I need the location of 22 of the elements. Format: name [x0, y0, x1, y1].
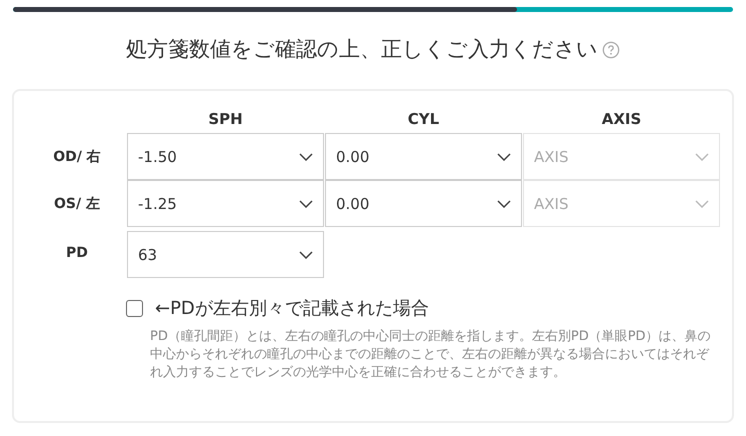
page-title: 処方箋数値をご確認の上、正しくご入力ください	[126, 36, 598, 63]
column-header: AXIS	[600, 110, 642, 128]
checkbox-label: ←PDが左右別々で記載された場合	[155, 297, 429, 320]
select-field[interactable]: 63	[127, 231, 324, 278]
chevron-down-icon	[497, 152, 511, 160]
column-header: CYL	[406, 110, 440, 128]
description-text: PD（瞳孔間距）とは、左右の瞳孔の中心同士の距離を指します。左右別PD（単眼PD）は、鼻の中心からそれぞれの瞳孔の中心までの距離のことで、左右の距離が異なる場合においてはそれぞれ入力することでレンズの光学中心を正確に合わせることができます。	[150, 328, 712, 382]
row-label: OD/ 右	[52, 148, 102, 166]
chevron-down-icon	[299, 152, 313, 160]
select-field[interactable]: 0.00	[325, 180, 522, 227]
row-label: PD	[65, 244, 89, 260]
row-label: OS/ 左	[53, 194, 101, 212]
checkbox[interactable]	[126, 300, 143, 316]
select-field[interactable]: -1.25	[127, 180, 324, 227]
select-field[interactable]: -1.50	[127, 133, 324, 180]
chevron-down-icon	[695, 152, 709, 160]
column-header: SPH	[207, 110, 244, 128]
chevron-down-icon	[299, 250, 313, 258]
select-field[interactable]: 0.00	[325, 133, 522, 180]
chevron-down-icon	[497, 200, 511, 208]
chevron-down-icon	[695, 200, 709, 208]
chevron-down-icon	[299, 200, 313, 208]
